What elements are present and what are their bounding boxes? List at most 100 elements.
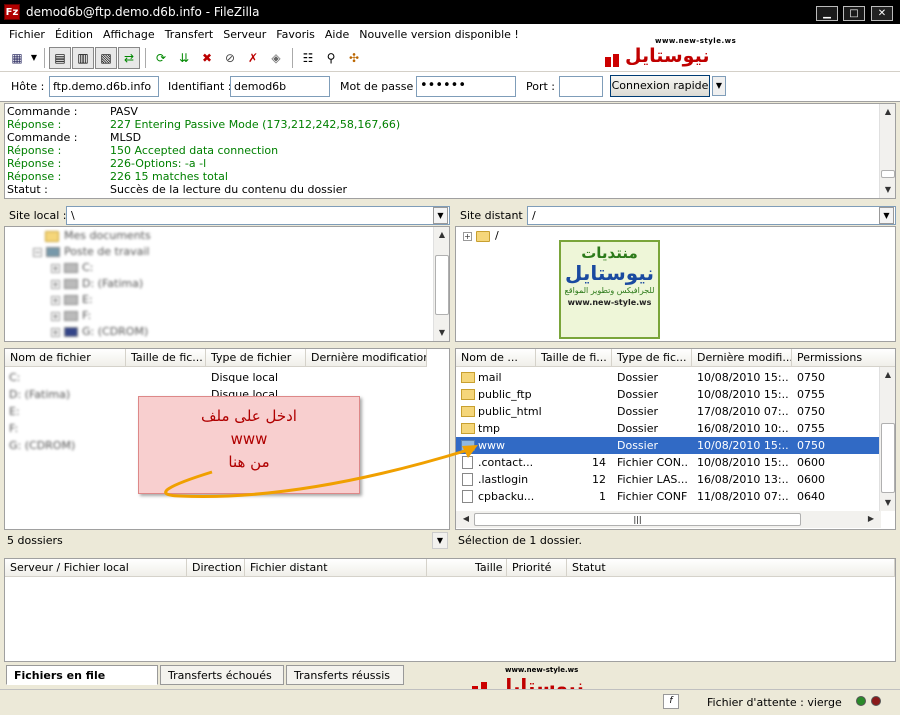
table-row[interactable]: .lastlogin 12 Fichier LAS... 16/08/2010 13:… [456,471,895,488]
toggle-remote-tree-icon[interactable]: ▧ [95,46,117,69]
table-row[interactable]: public_html Dossier 17/08/2010 07:... 0750 [456,403,895,420]
transfer-queue: Serveur / Fichier local Direction Fichie… [4,558,896,662]
menu-bar: Fichier Édition Affichage Transfert Serv… [0,24,900,44]
minimize-button[interactable]: ▁ [816,6,838,21]
host-input[interactable] [49,76,159,97]
col-size[interactable]: Taille [427,559,507,577]
local-path-input[interactable]: \ [66,206,450,225]
table-row[interactable]: C: Disque local [5,369,449,386]
sync-browse-icon[interactable]: ✣ [343,47,365,69]
tree-item[interactable]: + D: (Fatima) [51,276,143,292]
tree-item[interactable]: + F: [51,308,91,324]
quickconnect-button[interactable]: Connexion rapide [610,75,710,97]
menu-fichier[interactable]: Fichier [4,28,50,41]
stop-icon[interactable]: ◈ [265,47,287,69]
menu-edition[interactable]: Édition [50,28,98,41]
local-path-dropdown[interactable]: ▼ [433,207,448,224]
local-tree: Mes documents − Poste de travail + C: + D: … [4,226,450,342]
tree-item[interactable]: + C: [51,260,93,276]
menu-affichage[interactable]: Affichage [98,28,160,41]
status-bar: f Fichier d'attente : vierge [0,689,900,713]
col-modified[interactable]: Dernière modification [306,349,427,367]
col-filename[interactable]: Nom de fichier [5,349,126,367]
local-path-bar: Site local : \ ▼ [4,204,450,226]
col-type[interactable]: Type de fic... [612,349,692,367]
tree-item-root[interactable]: + / [463,228,499,244]
quickconnect-dropdown[interactable]: ▼ [712,76,726,96]
watermark-logo-top: www.new-style.ws نيوستايل [605,37,740,71]
site-manager-icon[interactable]: ▦ [6,47,28,69]
remote-path-dropdown[interactable]: ▼ [879,207,894,224]
table-row[interactable]: mail Dossier 10/08/2010 15:... 0750 [456,369,895,386]
col-permissions[interactable]: Permissions [792,349,895,367]
table-row[interactable]: cpbacku... 1 Fichier CONF 11/08/2010 07:...… [456,488,895,505]
col-type[interactable]: Type de fichier [206,349,306,367]
table-row[interactable]: www Dossier 10/08/2010 15:... 0750 [456,437,895,454]
dropdown-arrow-icon[interactable]: ▼ [29,47,39,69]
refresh-icon[interactable]: ⟳ [150,47,172,69]
folder-icon [461,372,475,383]
remote-path-input[interactable]: / [527,206,896,225]
watermark-url: www.new-style.ws [567,298,652,307]
process-queue-icon[interactable]: ⇊ [173,47,195,69]
watermark-site-bottom: www.new-style.ws [505,666,579,674]
toggle-log-icon[interactable]: ▤ [49,46,71,69]
speed-limit-icon[interactable]: f [663,694,679,709]
cancel-icon[interactable]: ✖ [196,47,218,69]
tab-failed-transfers[interactable]: Transferts échoués [160,665,284,685]
upload-led-icon [856,696,866,706]
col-size[interactable]: Taille de fi... [536,349,612,367]
close-button[interactable]: ✕ [871,6,893,21]
col-direction[interactable]: Direction [187,559,245,577]
col-modified[interactable]: Dernière modifi... [692,349,792,367]
local-scroll-down[interactable]: ▼ [432,532,448,549]
maximize-button[interactable]: □ [843,6,865,21]
tree-item[interactable]: + E: [51,292,93,308]
port-input[interactable] [559,76,603,97]
toolbar: ▦ ▼ ▤ ▥ ▧ ⇄ ⟳ ⇊ ✖ ⊘ ✗ ◈ ☷ ⚲ ✣ [0,44,900,72]
menu-favoris[interactable]: Favoris [271,28,320,41]
table-row[interactable]: tmp Dossier 16/08/2010 10:... 0755 [456,420,895,437]
remote-file-list: Nom de ... Taille de fi... Type de fic..… [455,348,896,530]
remote-list-scrollbar[interactable]: ▲ ▼ [879,367,895,511]
menu-new-version[interactable]: Nouvelle version disponible ! [354,28,524,41]
tree-item[interactable]: − Poste de travail [33,244,149,260]
tree-item[interactable]: + G: (CDROM) [51,324,148,340]
tree-item[interactable]: Mes documents [45,228,151,244]
remote-site-label: Site distant : [460,209,530,222]
col-remote-file[interactable]: Fichier distant [245,559,427,577]
remote-hscrollbar[interactable]: ◀ ||| ▶ [456,511,881,528]
table-row[interactable]: public_ftp Dossier 10/08/2010 15:... 0755 [456,386,895,403]
col-status[interactable]: Statut [567,559,895,577]
col-size[interactable]: Taille de fic... [126,349,206,367]
table-row[interactable]: .contact... 14 Fichier CON... 10/08/2010 15… [456,454,895,471]
menu-serveur[interactable]: Serveur [218,28,271,41]
tab-queued-files[interactable]: Fichiers en file d'attente [6,665,158,701]
menu-transfert[interactable]: Transfert [160,28,219,41]
watermark-forum: منتديات [581,244,638,262]
watermark-logo-forum: منتديات نيوستايل للجرافيكس وتطوير المواق… [559,240,660,339]
log-scrollbar[interactable]: ▲ ▼ [879,104,895,198]
disconnect-icon[interactable]: ⊘ [219,47,241,69]
col-filename[interactable]: Nom de ... [456,349,536,367]
reconnect-icon[interactable]: ✗ [242,47,264,69]
filezilla-icon: Fz [4,4,20,20]
menu-aide[interactable]: Aide [320,28,354,41]
col-priority[interactable]: Priorité [507,559,567,577]
toggle-local-tree-icon[interactable]: ▥ [72,46,94,69]
log-line: Commande : PASV [7,105,138,118]
local-tree-scrollbar[interactable]: ▲ ▼ [433,227,449,341]
tab-successful-transfers[interactable]: Transferts réussis [286,665,404,685]
password-input[interactable] [416,76,516,97]
watermark-brand-big: نيوستايل [565,261,654,285]
log-line: Commande : MLSD [7,131,142,144]
filter-icon[interactable]: ☷ [297,47,319,69]
col-server-local[interactable]: Serveur / Fichier local [5,559,187,577]
annotation-line1: ادخل على ملف [201,407,297,425]
compare-icon[interactable]: ⚲ [320,47,342,69]
log-line: Réponse :150 Accepted data connection [7,144,279,157]
user-input[interactable] [230,76,330,97]
folder-icon [461,423,475,434]
toggle-queue-icon[interactable]: ⇄ [118,46,140,69]
log-line: Réponse :226 15 matches total [7,170,228,183]
